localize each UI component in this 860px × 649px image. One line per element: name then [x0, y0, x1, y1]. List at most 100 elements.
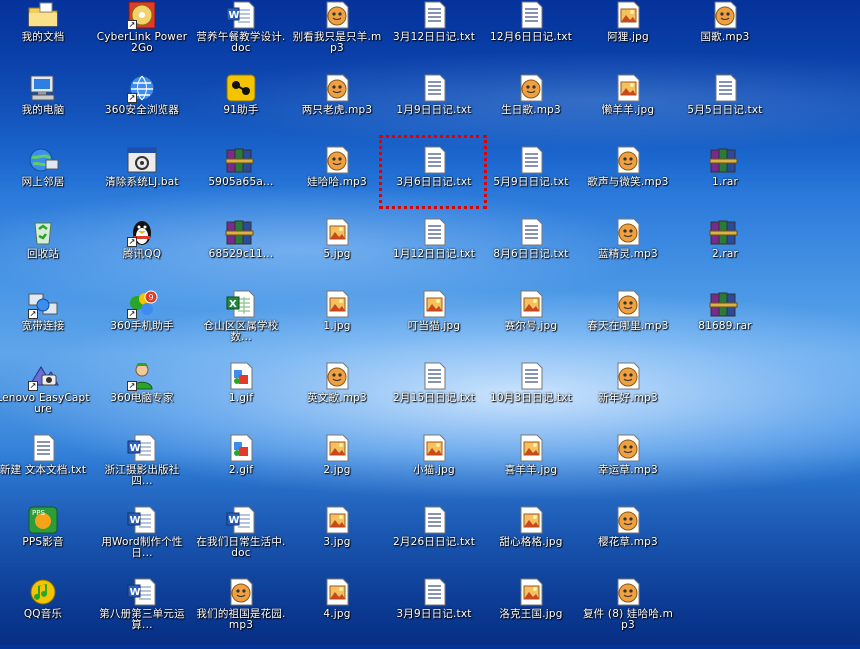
desktop-icon[interactable]: 8月6日日记.txt — [483, 217, 579, 289]
desktop-icon[interactable]: 5905a65a... — [193, 145, 289, 217]
gif-image-icon — [224, 433, 258, 463]
desktop-icon[interactable]: ↗ 宽带连接 — [0, 289, 91, 361]
desktop-icon[interactable]: W 第八册第三单元运算... — [94, 577, 190, 649]
desktop-icon-label: 1.jpg — [323, 320, 351, 332]
desktop-icon-label: 甜心格格.jpg — [499, 536, 563, 548]
desktop-icon[interactable]: 网上邻居 — [0, 145, 91, 217]
desktop-icon[interactable]: 2月15日日记.txt — [386, 361, 482, 433]
desktop-icon[interactable]: 新建 文本文档.txt — [0, 433, 91, 505]
desktop-icon[interactable]: ↗ 360电脑专家 — [94, 361, 190, 433]
text-file-icon — [417, 145, 451, 175]
desktop-icon[interactable]: 5月9日日记.txt — [483, 145, 579, 217]
desktop-icon-label: CyberLink Power2Go — [96, 31, 188, 54]
desktop-icon[interactable]: 3月9日日记.txt — [386, 577, 482, 649]
desktop-icon-label: 用Word制作个性日... — [101, 536, 183, 559]
desktop-icon[interactable]: 1.gif — [193, 361, 289, 433]
phone-assistant-icon: 9 ↗ — [125, 289, 159, 319]
desktop-icon[interactable]: 68529c11... — [193, 217, 289, 289]
desktop-icon[interactable]: 懒羊羊.jpg — [580, 73, 676, 145]
desktop-icon[interactable]: 我的文档 — [0, 0, 91, 72]
desktop-icon[interactable]: 2.gif — [193, 433, 289, 505]
desktop-icon-label: 新年好.mp3 — [598, 392, 658, 404]
desktop-icon-label: 360手机助手 — [110, 320, 174, 332]
desktop-icon-label: 2.rar — [711, 248, 739, 260]
desktop-icon[interactable]: 喜羊羊.jpg — [483, 433, 579, 505]
desktop-icon[interactable]: 91助手 — [193, 73, 289, 145]
desktop-icon[interactable]: W 在我们日常生活中.doc — [193, 505, 289, 577]
desktop-icon-label: 营养午餐教学设计.doc — [196, 31, 286, 54]
desktop-icon[interactable]: 3月12日日记.txt — [386, 0, 482, 72]
desktop-icon[interactable]: 9 ↗ 360手机助手 — [94, 289, 190, 361]
desktop-icon[interactable]: 幸运草.mp3 — [580, 433, 676, 505]
desktop-icon[interactable]: 2.rar — [677, 217, 773, 289]
desktop-icon[interactable]: PPS PPS影音 — [0, 505, 91, 577]
desktop-icon-label: 别看我只是只羊.mp3 — [292, 31, 382, 54]
svg-text:W: W — [229, 10, 240, 21]
desktop-icon[interactable]: 新年好.mp3 — [580, 361, 676, 433]
desktop-icon[interactable]: 复件 (8) 娃哈哈.mp3 — [580, 577, 676, 649]
desktop-icon[interactable]: ↗ CyberLink Power2Go — [94, 0, 190, 72]
desktop-icon[interactable]: 4.jpg — [289, 577, 385, 649]
desktop-icon[interactable]: 洛克王国.jpg — [483, 577, 579, 649]
desktop-icon-label: 1月12日日记.txt — [392, 248, 476, 260]
desktop-icon[interactable]: 歌声与微笑.mp3 — [580, 145, 676, 217]
desktop-icon[interactable]: 12月6日日记.txt — [483, 0, 579, 72]
desktop-icon[interactable]: 蓝精灵.mp3 — [580, 217, 676, 289]
rar-archive-icon — [224, 217, 258, 247]
desktop-icon[interactable]: 别看我只是只羊.mp3 — [289, 0, 385, 72]
desktop-icon[interactable]: ↗ 360安全浏览器 — [94, 73, 190, 145]
desktop-icon[interactable]: 1月9日日记.txt — [386, 73, 482, 145]
desktop-icon[interactable]: 10月3日日记.txt — [483, 361, 579, 433]
desktop-icon[interactable]: 回收站 — [0, 217, 91, 289]
word-doc-icon: W — [125, 505, 159, 535]
desktop-icon[interactable]: 1月12日日记.txt — [386, 217, 482, 289]
image-file-icon — [320, 577, 354, 607]
desktop-icon[interactable]: 5.jpg — [289, 217, 385, 289]
desktop-icon[interactable]: 叮当猫.jpg — [386, 289, 482, 361]
desktop-icon[interactable]: 娃哈哈.mp3 — [289, 145, 385, 217]
desktop-icon[interactable]: 小猫.jpg — [386, 433, 482, 505]
desktop-icon[interactable]: 2月26日日记.txt — [386, 505, 482, 577]
image-file-icon — [320, 289, 354, 319]
desktop-icon[interactable]: 英文歌.mp3 — [289, 361, 385, 433]
desktop-icon[interactable]: ↗ Lenovo EasyCapture — [0, 361, 91, 433]
desktop-icon[interactable]: 81689.rar — [677, 289, 773, 361]
desktop-icon[interactable]: 生日歌.mp3 — [483, 73, 579, 145]
desktop-icon[interactable]: 3月6日日记.txt — [386, 145, 482, 217]
desktop-icon[interactable]: 我们的祖国是花园.mp3 — [193, 577, 289, 649]
desktop-icon[interactable]: W 用Word制作个性日... — [94, 505, 190, 577]
desktop-icon[interactable]: W 营养午餐教学设计.doc — [193, 0, 289, 72]
desktop-icon-label: 仓山区区属学校数... — [203, 320, 279, 343]
desktop-icon[interactable]: 我的电脑 — [0, 73, 91, 145]
text-file-icon — [514, 0, 548, 30]
desktop-icon[interactable]: 甜心格格.jpg — [483, 505, 579, 577]
desktop-icon[interactable]: 2.jpg — [289, 433, 385, 505]
desktop[interactable]: 我的文档 我的电脑 网上邻居 回收站 ↗ 宽带连接 ↗ Lenovo EasyCapture 新… — [0, 0, 860, 645]
desktop-icon[interactable]: 赛尔号.jpg — [483, 289, 579, 361]
desktop-icon[interactable]: 1.rar — [677, 145, 773, 217]
desktop-icon[interactable]: QQ音乐 — [0, 577, 91, 649]
desktop-icon[interactable]: ↗ 腾讯QQ — [94, 217, 190, 289]
word-doc-icon: W — [125, 433, 159, 463]
desktop-icon-label: 3月6日日记.txt — [396, 176, 472, 188]
desktop-icon[interactable]: 国歌.mp3 — [677, 0, 773, 72]
qq-music-icon — [26, 577, 60, 607]
desktop-icon[interactable]: 5月5日日记.txt — [677, 73, 773, 145]
desktop-icon[interactable]: X 仓山区区属学校数... — [193, 289, 289, 361]
desktop-icon-label: 娃哈哈.mp3 — [307, 176, 367, 188]
desktop-icon-label: 英文歌.mp3 — [307, 392, 367, 404]
batch-file-icon — [125, 145, 159, 175]
desktop-icon[interactable]: 1.jpg — [289, 289, 385, 361]
desktop-icon[interactable]: 春天在哪里.mp3 — [580, 289, 676, 361]
rar-archive-icon — [708, 217, 742, 247]
desktop-icon[interactable]: 清除系统LJ.bat — [94, 145, 190, 217]
shortcut-arrow-icon: ↗ — [127, 237, 137, 247]
desktop-icon[interactable]: 阿狸.jpg — [580, 0, 676, 72]
desktop-icon-label: 2.gif — [228, 464, 254, 476]
desktop-icon-label: 回收站 — [26, 248, 60, 260]
shortcut-arrow-icon: ↗ — [127, 381, 137, 391]
desktop-icon[interactable]: 3.jpg — [289, 505, 385, 577]
desktop-icon[interactable]: 两只老虎.mp3 — [289, 73, 385, 145]
desktop-icon[interactable]: 樱花草.mp3 — [580, 505, 676, 577]
desktop-icon[interactable]: W 浙江摄影出版社四... — [94, 433, 190, 505]
